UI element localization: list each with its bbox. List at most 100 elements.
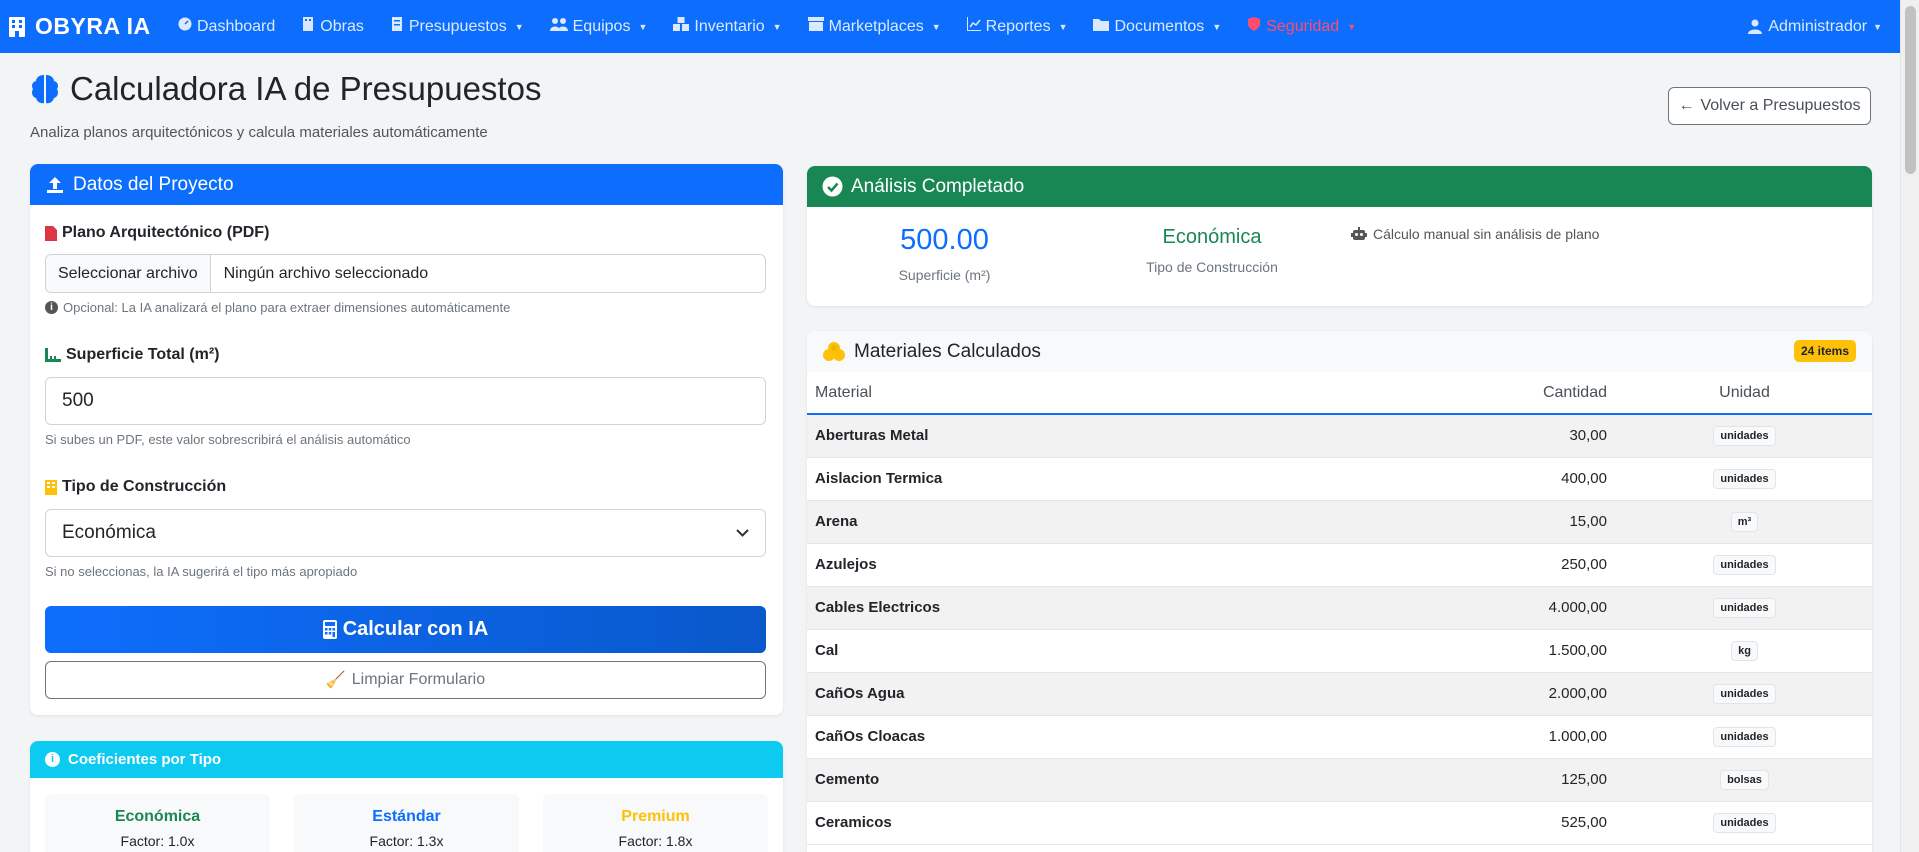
- type-help: Si no seleccionas, la IA sugerirá el tip…: [45, 564, 358, 579]
- material-name: Aislacion Termica: [807, 457, 1447, 501]
- calculate-ai-button[interactable]: Calcular con IA: [45, 606, 766, 653]
- material-name: Cables Electricos: [807, 586, 1447, 630]
- material-quantity: 15,00: [1447, 500, 1617, 544]
- page-scrollbar[interactable]: [1900, 0, 1919, 852]
- material-unit-cell: unidades: [1617, 457, 1872, 501]
- surface-label: Superficie Total (m²): [45, 346, 220, 364]
- robot-icon: [1351, 227, 1367, 240]
- back-button-label: Volver a Presupuestos: [1700, 97, 1861, 114]
- user-icon: [1748, 19, 1763, 34]
- upload-icon: [47, 176, 63, 193]
- nav-item-marketplaces[interactable]: Marketplaces ▼: [807, 17, 941, 36]
- table-row: CañOs Agua 2.000,00 unidades: [807, 672, 1872, 716]
- analysis-note-text: Cálculo manual sin análisis de plano: [1373, 226, 1600, 242]
- nav-item-seguridad[interactable]: Seguridad ▼: [1247, 17, 1356, 36]
- boxes-icon: [673, 17, 690, 36]
- material-unit-cell: m³: [1617, 500, 1872, 544]
- chart-icon: [966, 17, 981, 36]
- chevron-down-icon: ▼: [638, 21, 648, 32]
- page-title-text: Calculadora IA de Presupuestos: [70, 70, 542, 107]
- chevron-down-icon: ▼: [1058, 21, 1068, 32]
- construction-type-select[interactable]: Económica: [45, 509, 766, 557]
- table-row: Ceramicos 525,00 unidades: [807, 801, 1872, 845]
- type-stat-label: Tipo de Construcción: [1146, 259, 1278, 275]
- table-row: Cal 1.500,00 kg: [807, 629, 1872, 673]
- material-quantity: 30,00: [1447, 414, 1617, 458]
- surface-stat-label: Superficie (m²): [898, 267, 991, 283]
- col-quantity[interactable]: Cantidad: [1447, 372, 1617, 415]
- scrollbar-thumb[interactable]: [1905, 6, 1916, 174]
- nav-item-dashboard[interactable]: Dashboard: [178, 17, 275, 36]
- plan-label: Plano Arquitectónico (PDF): [45, 224, 269, 242]
- chevron-down-icon: ▼: [1212, 21, 1222, 32]
- unit-badge: m³: [1730, 511, 1759, 532]
- unit-badge: bolsas: [1720, 769, 1769, 790]
- surface-input[interactable]: 500: [45, 377, 766, 425]
- unit-badge: kg: [1731, 640, 1758, 661]
- unit-badge: unidades: [1713, 812, 1776, 833]
- material-unit-cell: unidades: [1617, 801, 1872, 845]
- table-row: Azulejos 250,00 unidades: [807, 543, 1872, 587]
- back-to-budgets-button[interactable]: ← Volver a Presupuestos: [1668, 87, 1871, 125]
- nav-item-label: Dashboard: [197, 17, 276, 35]
- plan-file-input[interactable]: Seleccionar archivo Ningún archivo selec…: [45, 254, 766, 293]
- unit-badge: unidades: [1713, 597, 1776, 618]
- table-row: Arena 15,00 m³: [807, 500, 1872, 544]
- ruler-icon: [45, 348, 61, 362]
- material-name: Cemento: [807, 758, 1447, 802]
- broom-icon: 🧹: [325, 672, 346, 689]
- material-name: Ceramicos: [807, 801, 1447, 845]
- plan-help: i Opcional: La IA analizará el plano par…: [45, 300, 510, 315]
- surface-help: Si subes un PDF, este valor sobrescribir…: [45, 432, 411, 447]
- table-header-row: Material Cantidad Unidad: [807, 372, 1872, 415]
- page-header: Calculadora IA de Presupuestos Analiza p…: [30, 70, 541, 141]
- coef-premium: Premium Factor: 1.8x: [543, 794, 768, 852]
- clear-form-label: Limpiar Formulario: [351, 671, 486, 688]
- chevron-down-icon: ▼: [772, 21, 782, 32]
- pdf-file-icon: [45, 225, 57, 241]
- nav-item-obras[interactable]: Obras: [301, 17, 364, 36]
- material-unit-cell: unidades: [1617, 672, 1872, 716]
- plan-help-text: Opcional: La IA analizará el plano para …: [63, 300, 511, 315]
- nav-item-documentos[interactable]: Documentos ▼: [1093, 17, 1221, 36]
- table-row: CañOs Cloacas 1.000,00 unidades: [807, 715, 1872, 759]
- material-name: Aberturas Metal: [807, 414, 1447, 458]
- analysis-title: Análisis Completado: [851, 175, 1025, 197]
- coefficients-card: i Coeficientes por Tipo Económica Factor…: [30, 741, 783, 852]
- nav-item-label: Documentos: [1114, 17, 1205, 35]
- material-unit-cell: unidades: [1617, 715, 1872, 759]
- type-stat: Económica Tipo de Construcción: [1117, 226, 1307, 275]
- brand-name: OBYRA IA: [35, 13, 151, 39]
- check-circle-icon: [822, 176, 843, 197]
- materials-table: Material Cantidad Unidad Aberturas Metal…: [807, 372, 1872, 845]
- clear-form-button[interactable]: 🧹 Limpiar Formulario: [45, 661, 766, 699]
- user-menu[interactable]: Administrador ▼: [1748, 0, 1882, 53]
- material-quantity: 250,00: [1447, 543, 1617, 587]
- type-label: Tipo de Construcción: [45, 478, 226, 496]
- project-data-title: Datos del Proyecto: [73, 173, 234, 195]
- col-material[interactable]: Material: [807, 372, 1447, 415]
- material-unit-cell: kg: [1617, 629, 1872, 673]
- arrow-left-icon: ←: [1678, 97, 1695, 114]
- material-unit-cell: unidades: [1617, 414, 1872, 458]
- nav-item-label: Equipos: [572, 17, 631, 35]
- coef-estandar: Estándar Factor: 1.3x: [294, 794, 519, 852]
- select-file-button[interactable]: Seleccionar archivo: [46, 255, 211, 292]
- items-count-badge: 24 items: [1793, 340, 1856, 362]
- nav-item-equipos[interactable]: Equipos ▼: [549, 17, 648, 36]
- document-icon: [390, 17, 404, 36]
- nav-item-reportes[interactable]: Reportes ▼: [966, 17, 1068, 36]
- col-unit[interactable]: Unidad: [1617, 372, 1872, 415]
- gauge-icon: [178, 17, 192, 36]
- nav-item-inventario[interactable]: Inventario ▼: [673, 17, 782, 36]
- brand[interactable]: OBYRA IA: [8, 13, 178, 40]
- project-data-header: Datos del Proyecto: [30, 164, 783, 205]
- store-icon: [807, 17, 824, 36]
- coef-factor: Factor: 1.3x: [369, 833, 444, 849]
- calculator-icon: [322, 620, 337, 639]
- chevron-down-icon: ▼: [514, 21, 524, 32]
- material-name: CañOs Cloacas: [807, 715, 1447, 759]
- material-unit-cell: unidades: [1617, 543, 1872, 587]
- nav-item-presupuestos[interactable]: Presupuestos ▼: [390, 17, 524, 36]
- analysis-note: Cálculo manual sin análisis de plano: [1351, 226, 1599, 242]
